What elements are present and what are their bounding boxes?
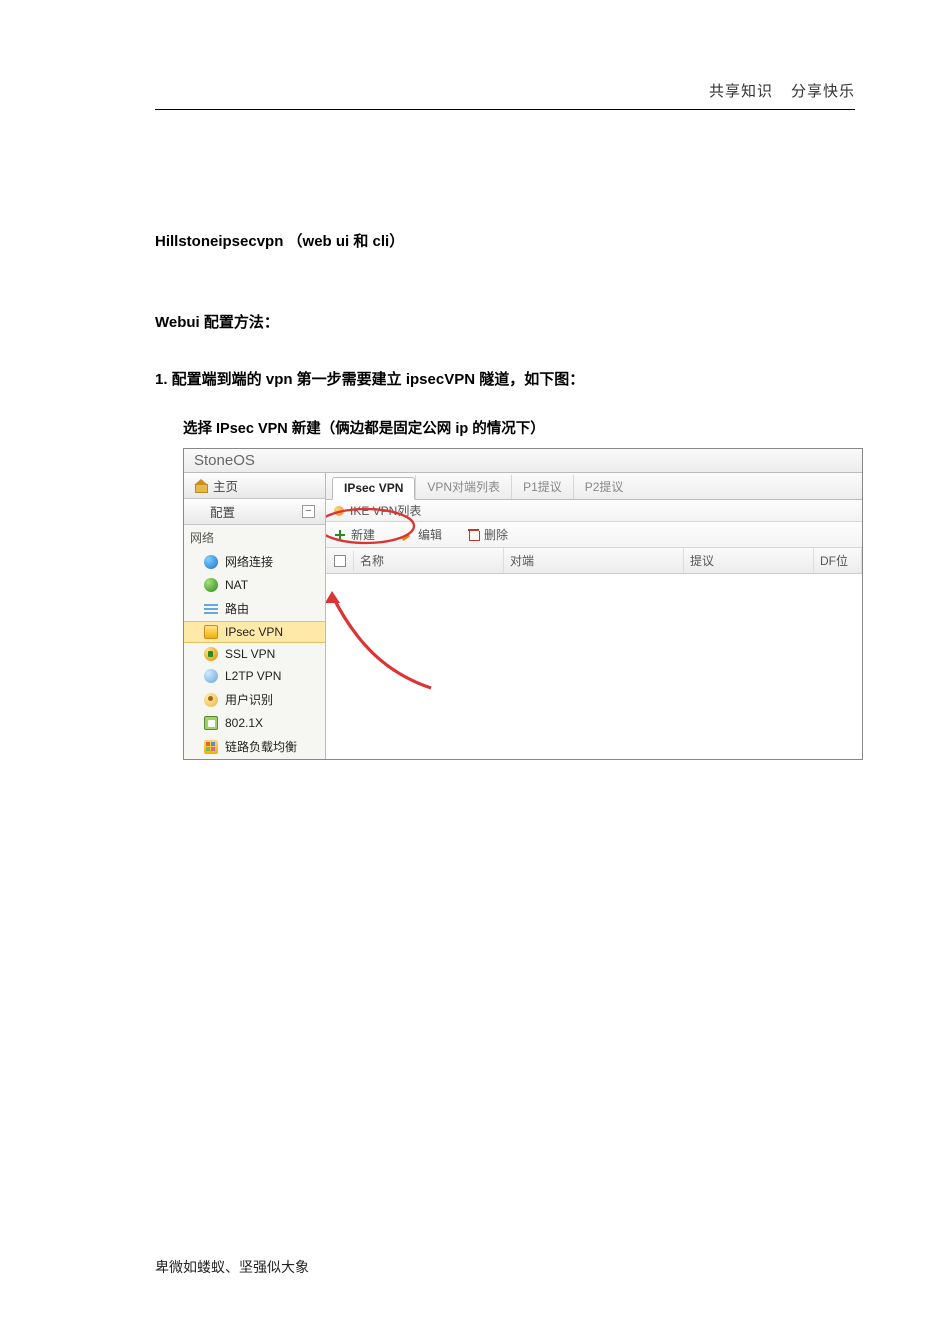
sidebar-home-label: 主页 [213,476,238,495]
doc-substep: 选择 IPsec VPN 新建（俩边都是固定公网 ip 的情况下） [183,417,855,438]
user-icon [204,693,218,707]
doc-title: Hillstoneipsecvpn （web ui 和 cli） [155,230,855,251]
tab-p1proposal[interactable]: P1提议 [511,475,573,499]
doc-step: 1. 配置端到端的 vpn 第一步需要建立 ipsecVPN 隧道，如下图： [155,368,855,389]
home-icon [194,479,207,492]
sidebar-item-ipsecvpn[interactable]: IPsec VPN [184,621,325,643]
nat-icon [204,578,218,592]
pencil-icon [401,529,413,541]
sidebar-item-route[interactable]: 路由 [184,596,325,621]
screenshot-stoneos: StoneOS 主页 配置 − 网络 网络连接 NA [183,448,863,760]
sidebar-item-label: 链路负载均衡 [225,738,297,755]
sidebar-item-label: 网络连接 [225,553,273,570]
sidebar: 主页 配置 − 网络 网络连接 NAT 路由 [184,473,326,759]
col-df[interactable]: DF位 [814,548,862,573]
subbar-ikevpnlist: IKE VPN列表 [326,500,862,522]
edit-button[interactable]: 编辑 [401,526,442,543]
tab-ipsecvpn[interactable]: IPsec VPN [332,477,415,500]
sidebar-item-nat[interactable]: NAT [184,574,325,596]
sidebar-item-loadbalance[interactable]: 链路负载均衡 [184,734,325,759]
subbar-label: IKE VPN列表 [350,502,421,519]
edit-button-label: 编辑 [418,526,442,543]
page-header: 共享知识 分享快乐 [155,80,855,107]
l2tp-icon [204,669,218,683]
route-icon [204,602,218,616]
col-checkbox[interactable] [326,551,354,571]
delete-button[interactable]: 删除 [468,526,508,543]
sidebar-item-label: 用户识别 [225,691,273,708]
ipsec-icon [204,625,218,639]
header-left: 共享知识 [709,83,773,100]
sidebar-config[interactable]: 配置 − [184,499,325,525]
sidebar-group-network: 网络 [184,525,325,549]
new-button-label: 新建 [351,526,375,543]
dot1x-icon [204,716,218,730]
globe-icon [204,555,218,569]
sidebar-item-label: SSL VPN [225,647,275,661]
ssl-icon [204,647,218,661]
new-button[interactable]: 新建 [334,526,375,543]
toolbar: 新建 编辑 删除 [326,522,862,548]
col-proposal[interactable]: 提议 [684,548,814,573]
tab-p2proposal[interactable]: P2提议 [573,475,635,499]
collapse-icon[interactable]: − [302,505,315,518]
sidebar-item-sslvpn[interactable]: SSL VPN [184,643,325,665]
sidebar-home[interactable]: 主页 [184,473,325,499]
delete-button-label: 删除 [484,526,508,543]
loadbalance-icon [204,740,218,754]
col-name[interactable]: 名称 [354,548,504,573]
header-rule [155,109,855,110]
product-name: StoneOS [184,449,862,473]
content-area: IPsec VPN VPN对端列表 P1提议 P2提议 IKE VPN列表 新建 [326,473,862,759]
plus-icon [334,529,346,541]
sidebar-item-label: NAT [225,578,248,592]
tab-peerlist[interactable]: VPN对端列表 [415,475,511,499]
sidebar-item-8021x[interactable]: 802.1X [184,712,325,734]
checkbox-icon[interactable] [334,555,346,567]
sidebar-item-label: IPsec VPN [225,625,283,639]
sidebar-item-userident[interactable]: 用户识别 [184,687,325,712]
sidebar-item-l2tpvpn[interactable]: L2TP VPN [184,665,325,687]
column-header-row: 名称 对端 提议 DF位 [326,548,862,574]
tab-bar: IPsec VPN VPN对端列表 P1提议 P2提议 [326,473,862,500]
sidebar-item-label: L2TP VPN [225,669,281,683]
sidebar-item-label: 路由 [225,600,249,617]
header-right: 分享快乐 [791,83,855,100]
trash-icon [468,529,479,541]
node-icon [334,506,344,516]
doc-section: Webui 配置方法： [155,311,855,332]
col-peer[interactable]: 对端 [504,548,684,573]
sidebar-item-netconn[interactable]: 网络连接 [184,549,325,574]
sidebar-item-label: 802.1X [225,716,263,730]
page-footer: 卑微如蝼蚁、坚强似大象 [155,1257,309,1277]
sidebar-config-label: 配置 [210,502,235,521]
